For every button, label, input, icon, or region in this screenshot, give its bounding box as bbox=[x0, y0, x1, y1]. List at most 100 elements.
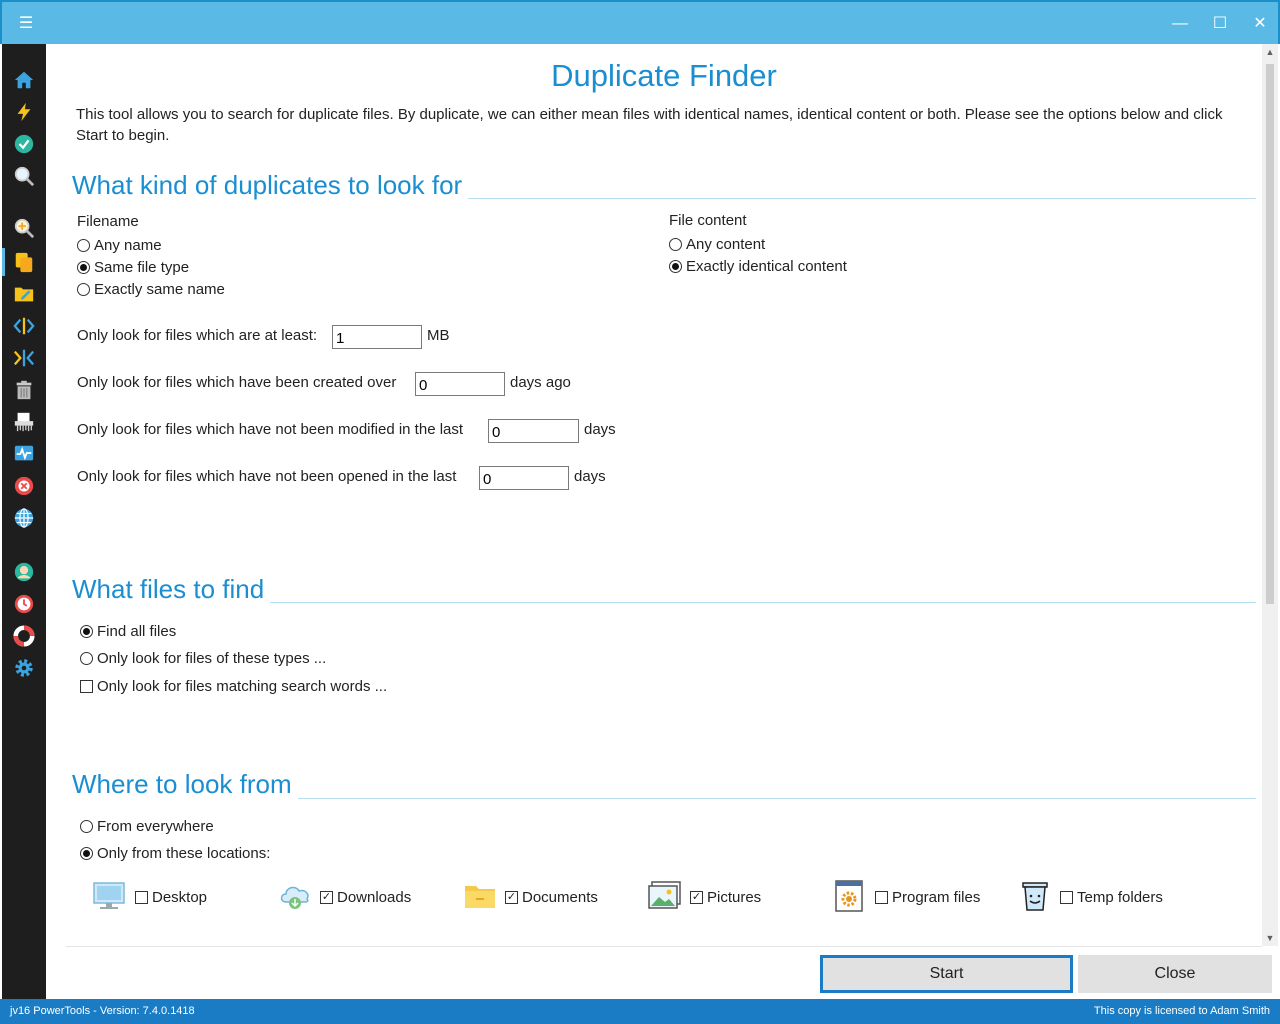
location-pictures[interactable]: ✓ Pictures bbox=[690, 889, 761, 906]
checkbox-label: Documents bbox=[522, 889, 598, 906]
checkbox-label: Downloads bbox=[337, 889, 412, 906]
error-icon[interactable] bbox=[12, 474, 36, 498]
clock-icon[interactable] bbox=[12, 592, 36, 616]
cloud-download-icon bbox=[280, 886, 309, 909]
radio-label: Any content bbox=[686, 236, 766, 253]
shredder-icon[interactable] bbox=[12, 410, 36, 434]
location-documents[interactable]: ✓ Documents bbox=[505, 889, 598, 906]
radio-only-locations[interactable]: Only from these locations: bbox=[80, 845, 270, 862]
min-size-input[interactable] bbox=[332, 325, 422, 349]
section-heading-files: What files to find bbox=[72, 574, 271, 605]
maximize-icon[interactable]: ☐ bbox=[1208, 12, 1232, 36]
code-split-icon[interactable] bbox=[12, 314, 36, 338]
min-size-unit: MB bbox=[427, 327, 450, 344]
modified-label: Only look for files which have not been … bbox=[77, 421, 464, 438]
merge-icon[interactable] bbox=[12, 346, 36, 370]
location-desktop[interactable]: Desktop bbox=[135, 889, 207, 906]
search-icon[interactable] bbox=[12, 164, 36, 188]
status-bar: jv16 PowerTools - Version: 7.4.0.1418 Th… bbox=[0, 999, 1280, 1024]
folder-edit-icon[interactable] bbox=[12, 282, 36, 306]
section-heading-duplicates: What kind of duplicates to look for bbox=[72, 170, 469, 201]
checkbox-indicator bbox=[80, 680, 93, 693]
radio-same-file-type[interactable]: Same file type bbox=[77, 259, 189, 276]
zoom-in-icon[interactable] bbox=[12, 216, 36, 240]
sidebar-active-indicator bbox=[2, 248, 5, 276]
gear-icon[interactable] bbox=[12, 656, 36, 680]
section-heading-locations: Where to look from bbox=[72, 769, 298, 800]
file-content-label: File content bbox=[669, 212, 747, 229]
created-label: Only look for files which have been crea… bbox=[77, 374, 397, 391]
radio-label: Any name bbox=[94, 237, 162, 254]
opened-unit: days bbox=[574, 468, 606, 485]
close-button[interactable]: Close bbox=[1078, 955, 1272, 993]
radio-indicator bbox=[80, 652, 93, 665]
radio-any-content[interactable]: Any content bbox=[669, 236, 765, 253]
monitor-pulse-icon[interactable] bbox=[12, 442, 36, 466]
checkbox-indicator: ✓ bbox=[320, 891, 333, 904]
license-text: This copy is licensed to Adam Smith bbox=[1093, 1005, 1270, 1017]
radio-exactly-same-name[interactable]: Exactly same name bbox=[77, 281, 225, 298]
created-days-input[interactable] bbox=[415, 372, 505, 396]
globe-icon[interactable] bbox=[12, 506, 36, 530]
radio-label: Exactly identical content bbox=[686, 258, 847, 275]
sidebar bbox=[2, 44, 46, 999]
location-temp-folders[interactable]: Temp folders bbox=[1060, 889, 1163, 906]
checkbox-label: Only look for files matching search word… bbox=[97, 678, 388, 695]
radio-indicator bbox=[669, 260, 682, 273]
checkbox-label: Desktop bbox=[152, 889, 208, 906]
checkbox-indicator bbox=[135, 891, 148, 904]
radio-any-name[interactable]: Any name bbox=[77, 237, 162, 254]
radio-indicator bbox=[77, 261, 90, 274]
folder-icon bbox=[465, 886, 495, 908]
scroll-thumb[interactable] bbox=[1266, 64, 1274, 604]
location-program-files[interactable]: Program files bbox=[875, 889, 980, 906]
radio-from-everywhere[interactable]: From everywhere bbox=[80, 818, 214, 835]
home-icon[interactable] bbox=[12, 68, 36, 92]
opened-days-input[interactable] bbox=[479, 466, 569, 490]
checkbox-label: Temp folders bbox=[1077, 889, 1163, 906]
lifebuoy-icon[interactable] bbox=[12, 624, 36, 648]
modified-unit: days bbox=[584, 421, 616, 438]
desktop-icon bbox=[93, 882, 125, 909]
location-downloads[interactable]: ✓ Downloads bbox=[320, 889, 411, 906]
checkbox-search-words[interactable]: Only look for files matching search word… bbox=[80, 678, 387, 695]
version-text: jv16 PowerTools - Version: 7.4.0.1418 bbox=[10, 1005, 195, 1017]
radio-indicator bbox=[669, 238, 682, 251]
trash-icon[interactable] bbox=[12, 378, 36, 402]
lightning-icon[interactable] bbox=[12, 100, 36, 124]
checkbox-indicator: ✓ bbox=[505, 891, 518, 904]
checkbox-label: Pictures bbox=[707, 889, 762, 906]
page-title: Duplicate Finder bbox=[551, 58, 777, 93]
pictures-icon bbox=[648, 881, 681, 909]
radio-indicator bbox=[77, 239, 90, 252]
modified-days-input[interactable] bbox=[488, 419, 579, 443]
radio-label: Same file type bbox=[94, 259, 190, 276]
radio-label: Find all files bbox=[97, 623, 177, 640]
vertical-scrollbar[interactable]: ▲ ▼ bbox=[1262, 44, 1278, 946]
checkmark-icon[interactable] bbox=[12, 132, 36, 156]
radio-indicator bbox=[80, 625, 93, 638]
checkbox-indicator: ✓ bbox=[690, 891, 703, 904]
footer-divider bbox=[66, 946, 1262, 947]
hamburger-icon[interactable]: ☰ bbox=[14, 12, 38, 36]
opened-label: Only look for files which have not been … bbox=[77, 468, 457, 485]
duplicate-files-icon[interactable] bbox=[12, 250, 36, 274]
intro-text: This tool allows you to search for dupli… bbox=[76, 106, 1223, 144]
title-bar: ☰ — ☐ ✕ bbox=[0, 0, 1280, 44]
created-unit: days ago bbox=[510, 374, 571, 391]
radio-find-all-files[interactable]: Find all files bbox=[80, 623, 176, 640]
radio-identical-content[interactable]: Exactly identical content bbox=[669, 258, 847, 275]
min-size-label: Only look for files which are at least: bbox=[77, 327, 318, 344]
start-button[interactable]: Start bbox=[820, 955, 1073, 993]
radio-only-types[interactable]: Only look for files of these types ... bbox=[80, 650, 326, 667]
scroll-up-icon[interactable]: ▲ bbox=[1262, 44, 1278, 60]
close-icon[interactable]: ✕ bbox=[1248, 12, 1272, 36]
filename-label: Filename bbox=[77, 213, 139, 230]
checkbox-indicator bbox=[1060, 891, 1073, 904]
checkbox-indicator bbox=[875, 891, 888, 904]
minimize-icon[interactable]: — bbox=[1168, 12, 1192, 36]
scroll-down-icon[interactable]: ▼ bbox=[1262, 930, 1278, 946]
user-icon[interactable] bbox=[12, 560, 36, 584]
radio-label: Only from these locations: bbox=[97, 845, 271, 862]
radio-label: Exactly same name bbox=[94, 281, 225, 298]
